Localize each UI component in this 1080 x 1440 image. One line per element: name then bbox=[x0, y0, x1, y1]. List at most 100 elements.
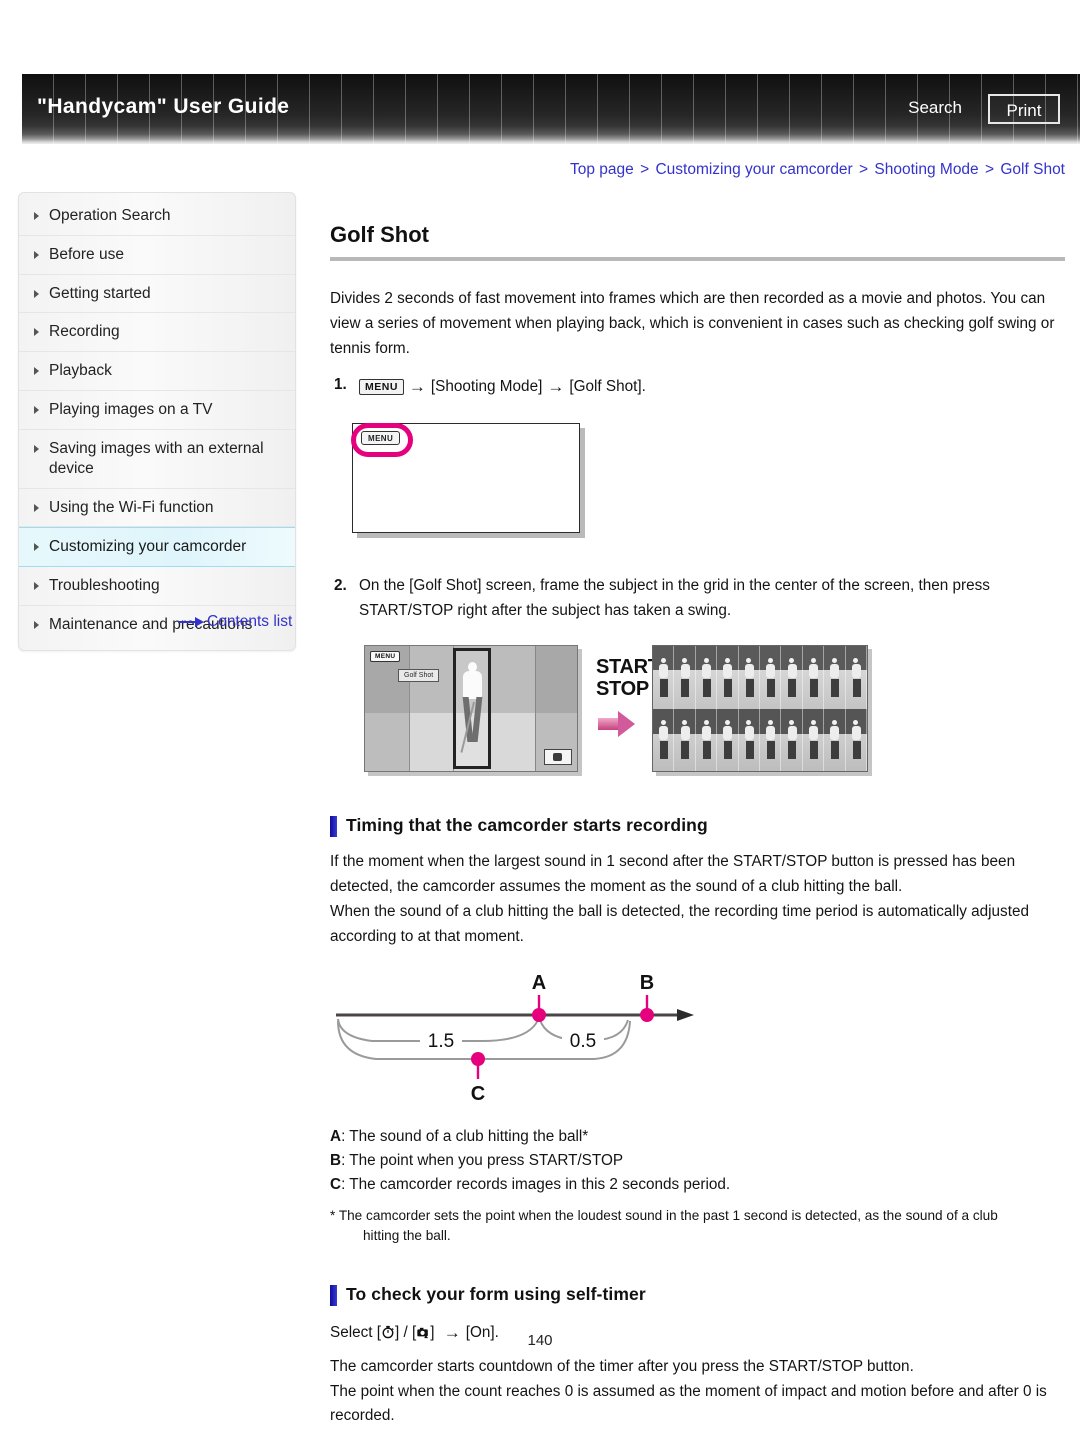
legend-text-a: : The sound of a club hitting the ball* bbox=[341, 1128, 589, 1146]
recorded-frames-filmstrip bbox=[652, 645, 868, 773]
golfer-body bbox=[463, 671, 482, 700]
self-timer-paragraph-1: The camcorder starts countdown of the ti… bbox=[330, 1357, 914, 1375]
triangle-right-icon bbox=[34, 444, 39, 453]
filmstrip-frame bbox=[653, 708, 675, 772]
timing-diagram-svg: A B C 1.5 0.5 bbox=[336, 972, 694, 1105]
contents-list-link[interactable]: Contents list bbox=[178, 613, 292, 631]
filmstrip-frame bbox=[696, 708, 718, 772]
legend-key-b: B bbox=[330, 1152, 342, 1170]
filmstrip-frame bbox=[696, 646, 718, 709]
sidebar-item-label: Using the Wi-Fi function bbox=[49, 498, 214, 516]
filmstrip-row-top bbox=[653, 646, 867, 709]
legend-line-a: A: The sound of a club hitting the ball* bbox=[330, 1125, 1065, 1149]
arrow-right-icon bbox=[178, 616, 204, 627]
breadcrumb-item-shooting-mode[interactable]: Shooting Mode bbox=[874, 161, 978, 178]
filmstrip-frame bbox=[760, 646, 782, 709]
filmstrip-frame bbox=[674, 646, 696, 709]
figure-menu-screen: MENU bbox=[342, 417, 592, 540]
shutter-icon bbox=[544, 749, 572, 766]
page-title: Golf Shot bbox=[330, 222, 429, 247]
arrow-right-icon bbox=[598, 711, 638, 738]
breadcrumb-separator: > bbox=[640, 161, 650, 178]
svg-text:1.5: 1.5 bbox=[428, 1031, 454, 1052]
sidebar-item-label: Recording bbox=[49, 323, 120, 341]
grid-column bbox=[365, 646, 410, 772]
sidebar-item-label: Saving images with an external device bbox=[49, 439, 264, 477]
filmstrip-frame bbox=[803, 646, 825, 709]
triangle-right-icon bbox=[34, 621, 39, 630]
main-content: Golf Shot Divides 2 seconds of fast move… bbox=[330, 222, 1065, 1440]
section-heading-timing: Timing that the camcorder starts recordi… bbox=[330, 815, 1065, 838]
legend-text-c: : The camcorder records images in this 2… bbox=[341, 1175, 731, 1193]
filmstrip-frame bbox=[846, 708, 867, 772]
figure-golf-shot-flow: MENU Golf Shot START/ STOP bbox=[364, 643, 1064, 781]
section1-paragraph-1: If the moment when the largest sound in … bbox=[330, 853, 1016, 896]
svg-text:A: A bbox=[532, 972, 546, 994]
arrow-right-icon: → bbox=[408, 377, 426, 397]
menu-button-icon: MENU bbox=[370, 651, 401, 663]
step-1-part1: [Shooting Mode] bbox=[430, 378, 543, 396]
footnote-line-1: * The camcorder sets the point when the … bbox=[330, 1207, 998, 1223]
contents-list-label: Contents list bbox=[207, 613, 293, 630]
step-2-text: On the [Golf Shot] screen, frame the sub… bbox=[359, 576, 990, 619]
grid-column bbox=[409, 646, 454, 772]
site-header: "Handycam" User Guide Search Print bbox=[22, 74, 1080, 144]
triangle-right-icon bbox=[34, 212, 39, 220]
sidebar-item-playing-images-on-a-tv[interactable]: Playing images on a TV bbox=[19, 391, 295, 430]
sidebar-item-playback[interactable]: Playback bbox=[19, 352, 295, 392]
print-button[interactable]: Print bbox=[988, 94, 1060, 124]
step-1: 1. MENU → [Shooting Mode] → [Golf Shot]. bbox=[330, 373, 1065, 401]
step-2: 2. On the [Golf Shot] screen, frame the … bbox=[330, 574, 1065, 624]
sidebar-item-using-wifi-function[interactable]: Using the Wi-Fi function bbox=[19, 489, 295, 528]
legend-text-b: : The point when you press START/STOP bbox=[341, 1152, 624, 1170]
filmstrip-frame bbox=[717, 646, 739, 709]
sidebar-item-saving-images-external-device[interactable]: Saving images with an external device bbox=[19, 430, 295, 489]
search-button[interactable]: Search bbox=[908, 98, 962, 118]
mode-label-chip: Golf Shot bbox=[398, 669, 440, 683]
breadcrumb: Top page > Customizing your camcorder > … bbox=[570, 161, 1065, 179]
menu-button-icon: MENU bbox=[359, 379, 404, 396]
sidebar-item-before-use[interactable]: Before use bbox=[19, 236, 295, 275]
title-divider bbox=[330, 257, 1065, 261]
sidebar-item-customizing-your-camcorder[interactable]: Customizing your camcorder bbox=[19, 527, 295, 568]
page-number: 140 bbox=[527, 1332, 553, 1349]
legend-line-b: B: The point when you press START/STOP bbox=[330, 1149, 1065, 1173]
sidebar-nav: Operation Search Before use Getting star… bbox=[18, 192, 296, 651]
section-heading-self-timer: To check your form using self-timer bbox=[330, 1284, 1065, 1307]
sidebar-item-label: Playback bbox=[49, 362, 112, 380]
filmstrip-frame bbox=[824, 708, 846, 772]
filmstrip-frame bbox=[717, 708, 739, 772]
breadcrumb-item-customizing[interactable]: Customizing your camcorder bbox=[655, 161, 852, 178]
svg-text:C: C bbox=[471, 1083, 485, 1105]
sidebar-item-troubleshooting[interactable]: Troubleshooting bbox=[19, 567, 295, 607]
section1-paragraph-2: When the sound of a club hitting the bal… bbox=[330, 902, 1029, 945]
sidebar-item-label: Troubleshooting bbox=[49, 577, 160, 595]
sidebar-item-label: Before use bbox=[49, 245, 124, 263]
filmstrip-frame bbox=[674, 708, 696, 772]
step-2-number: 2. bbox=[334, 576, 347, 594]
sidebar-item-getting-started[interactable]: Getting started bbox=[19, 275, 295, 314]
triangle-right-icon bbox=[34, 582, 39, 591]
figure-timing-diagram: A B C 1.5 0.5 bbox=[332, 967, 712, 1117]
camcorder-golf-shot-screen: MENU Golf Shot bbox=[364, 645, 578, 773]
breadcrumb-item-top-page[interactable]: Top page bbox=[570, 161, 634, 178]
sidebar-item-recording[interactable]: Recording bbox=[19, 313, 295, 353]
filmstrip-frame bbox=[846, 646, 867, 709]
sidebar-item-operation-search[interactable]: Operation Search bbox=[19, 197, 295, 236]
footnote: * The camcorder sets the point when the … bbox=[330, 1206, 1065, 1247]
grid-column bbox=[491, 646, 536, 772]
sidebar-item-label: Playing images on a TV bbox=[49, 401, 213, 419]
breadcrumb-separator: > bbox=[985, 161, 995, 178]
filmstrip-row-bottom bbox=[653, 708, 867, 772]
self-timer-paragraph-2: The point when the count reaches 0 is as… bbox=[330, 1382, 1047, 1425]
step-1-part2: [Golf Shot]. bbox=[569, 378, 646, 396]
step-1-number: 1. bbox=[334, 376, 347, 394]
breadcrumb-item-golf-shot[interactable]: Golf Shot bbox=[1000, 161, 1065, 178]
filmstrip-frame bbox=[760, 708, 782, 772]
breadcrumb-separator: > bbox=[859, 161, 869, 178]
svg-text:0.5: 0.5 bbox=[570, 1031, 596, 1052]
triangle-right-icon bbox=[34, 406, 39, 415]
arrow-right-icon: → bbox=[547, 377, 565, 397]
golfer-figure-icon bbox=[460, 662, 483, 762]
triangle-right-icon bbox=[34, 367, 39, 376]
